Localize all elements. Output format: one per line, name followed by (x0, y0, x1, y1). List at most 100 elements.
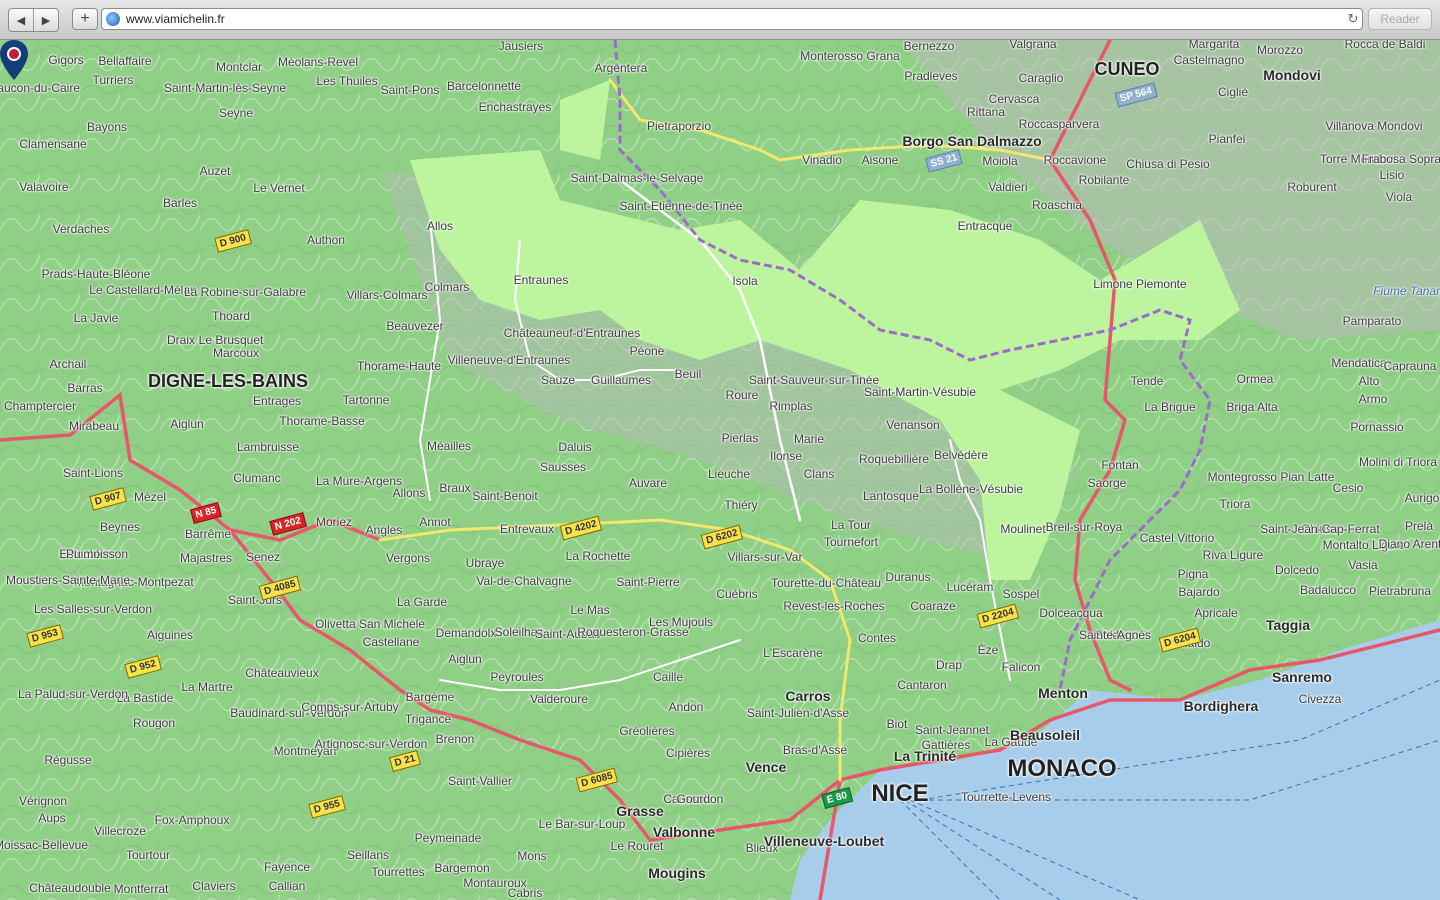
town-label: Bras-d'Asse (782, 743, 848, 757)
town-label: Marcoux (212, 346, 260, 360)
town-label: Valdieri (988, 180, 1028, 194)
town-label: Thorame-Basse (279, 414, 365, 428)
city-label: La Trinité (893, 748, 957, 764)
town-label: Lambruisse (236, 440, 300, 454)
town-label: Bellaffaire (98, 54, 152, 68)
town-label: Moissac-Bellevue (0, 838, 89, 852)
town-label: Châteaudouble (29, 881, 111, 895)
town-label: Caprauna (1383, 359, 1437, 373)
town-label: Rimplas (769, 399, 813, 413)
town-label: Pietrabruna (1368, 584, 1432, 598)
town-label: La Robine-sur-Galabre (183, 285, 307, 299)
town-label: Ubraye (465, 556, 505, 570)
town-label: Val-de-Chalvagne (476, 574, 572, 588)
town-label: Sausses (539, 460, 587, 474)
town-label: La Rochette (565, 549, 631, 563)
town-label: Villanova Mondovi (1325, 119, 1423, 133)
marker-town-label: Isola (732, 274, 758, 288)
town-label: Barrême (184, 527, 232, 541)
town-label: Pradleves (904, 69, 958, 83)
town-label: Saint-Lions (62, 466, 124, 480)
town-label: Barles (162, 196, 198, 210)
town-label: Fayence (263, 860, 311, 874)
address-bar[interactable]: www.viamichelin.fr ↻ (101, 8, 1363, 30)
town-label: La Brigue (1144, 400, 1196, 414)
town-label: Peyroules (490, 670, 544, 684)
town-label: Valderoure (530, 692, 588, 706)
town-label: Aiguines (146, 628, 194, 642)
plus-icon: + (80, 10, 90, 27)
town-label: Montclar (215, 60, 263, 74)
town-label: Roquesteron-Grasse (577, 625, 689, 639)
town-label: Saorge (1087, 476, 1127, 490)
town-label: L'Escarène (763, 646, 823, 660)
town-label: Villecroze (94, 824, 146, 838)
town-label: Jausiers (498, 40, 544, 53)
town-label: Comps-sur-Artuby (301, 700, 399, 714)
reader-button[interactable]: Reader (1368, 8, 1432, 30)
town-label: La Garde (396, 595, 448, 609)
town-label: Aiglun (448, 652, 482, 666)
road-shield: D 21 (388, 749, 422, 773)
add-bookmark-button[interactable]: + (72, 8, 98, 30)
town-label: Roccasparvera (1018, 117, 1100, 131)
town-label: Claviers (192, 879, 236, 893)
road-shield: SP 564 (1114, 82, 1158, 108)
town-label: Tourrette-Levens (960, 790, 1052, 804)
town-label: Saint-Sauveur-sur-Tinée (748, 373, 880, 387)
town-label: Entrevaux (499, 522, 555, 536)
town-label: Tourrettes (371, 865, 425, 879)
town-label: Monterosso Grana (800, 49, 900, 63)
town-label: Bajardo (1178, 585, 1220, 599)
town-label: Roccavione (1043, 153, 1107, 167)
url-text[interactable]: www.viamichelin.fr (126, 12, 1344, 26)
town-label: Mézel (133, 490, 167, 504)
town-label: Olivetta San Michele (314, 617, 426, 631)
town-label: Valgrana (1009, 40, 1057, 51)
town-label: Aurigo (1404, 491, 1440, 505)
city-label: Valbonne (652, 824, 716, 840)
city-label: Grasse (616, 803, 664, 819)
town-label: Bernezzo (903, 40, 955, 53)
town-label: Cervasca (988, 92, 1040, 106)
town-label: Seillans (346, 848, 390, 862)
forward-button[interactable]: ▶ (33, 9, 58, 31)
town-label: Auvare (628, 476, 668, 490)
city-label: Menton (1038, 685, 1088, 701)
town-label: Biot (886, 717, 908, 731)
town-label: Saint-Martin-lès-Seyne (163, 81, 287, 95)
town-label: Le Mas (570, 603, 610, 617)
town-label: Beuil (674, 367, 702, 381)
town-label: Villars-Colmars (346, 288, 428, 302)
road-shield: E 80 (821, 787, 853, 809)
town-label: Colmars (424, 280, 470, 294)
town-label: La Martre (181, 680, 233, 694)
town-label: Briga Alta (1226, 400, 1278, 414)
town-label: Thoard (211, 309, 251, 323)
town-label: Saint-Vallier (448, 774, 512, 788)
location-pin-icon[interactable] (0, 40, 28, 80)
town-label: Aisone (861, 153, 899, 167)
town-label: Callian (268, 879, 306, 893)
town-label: Molini di Triora (1358, 455, 1438, 469)
town-label: Montferrat (113, 882, 169, 896)
back-button[interactable]: ◀ (9, 9, 33, 31)
town-label: Valavoire (19, 180, 69, 194)
town-label: Le Vernet (253, 181, 305, 195)
town-label: Draix (166, 333, 196, 347)
reload-icon[interactable]: ↻ (1344, 11, 1362, 27)
town-label: Braux (439, 481, 471, 495)
map-canvas[interactable]: Argentera Jausiers Barcelonnette Enchastray… (0, 40, 1440, 900)
town-label: Alto (1358, 374, 1380, 388)
town-label: Peymeinade (414, 831, 482, 845)
back-arrow-icon: ◀ (16, 14, 26, 27)
town-label: Clumanc (233, 471, 281, 485)
town-label: Méailles (426, 439, 472, 453)
town-label: Rittana (966, 105, 1006, 119)
city-label: Beausoleil (1009, 727, 1081, 743)
city-label: Villeneuve-Loubet (763, 833, 885, 849)
town-label: Pietraporzio (646, 119, 712, 133)
town-label: Frabosa Soprana (1361, 152, 1440, 166)
city-label: Mondovi (1263, 67, 1321, 83)
town-label: Saint-Benoit (472, 489, 538, 503)
